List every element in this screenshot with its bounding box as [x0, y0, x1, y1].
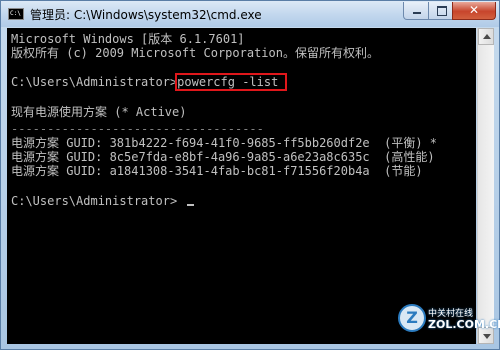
zol-logo: Z — [398, 304, 426, 332]
scroll-up-arrow-icon — [483, 34, 491, 39]
cmd-window: C:\ 管理员: C:\Windows\system32\cmd.exe ✕ M… — [0, 0, 500, 350]
zol-watermark: Z 中关村在线 ZOL.COM.CN — [398, 300, 500, 340]
console-output[interactable]: Microsoft Windows [版本 6.1.7601] 版权所有 (c)… — [7, 28, 476, 344]
maximize-button[interactable] — [428, 2, 453, 20]
console-line: 电源方案 GUID: 8c5e7fda-e8bf-4a96-9a85-a6e23… — [11, 150, 435, 164]
console-line: 电源方案 GUID: 381b4222-f694-41f0-9685-ff5bb… — [11, 136, 438, 150]
console-separator: ----------------------------------- — [11, 122, 264, 136]
console-line: 版权所有 (c) 2009 Microsoft Corporation。保留所有… — [11, 46, 379, 60]
console-line: 电源方案 GUID: a1841308-3541-4fab-bc81-f7155… — [11, 164, 423, 178]
window-title: 管理员: C:\Windows\system32\cmd.exe — [30, 8, 262, 22]
scroll-up-button[interactable] — [478, 28, 494, 45]
cmd-app-icon[interactable]: C:\ — [8, 8, 24, 20]
vertical-scrollbar[interactable] — [477, 28, 494, 344]
text-cursor — [187, 204, 194, 206]
console-line: Microsoft Windows [版本 6.1.7601] — [11, 32, 245, 46]
console-line: 现有电源使用方案 (* Active) — [11, 105, 187, 119]
minimize-button[interactable] — [403, 2, 429, 20]
close-button[interactable]: ✕ — [452, 2, 496, 20]
close-icon: ✕ — [468, 3, 480, 17]
title-bar[interactable]: C:\ 管理员: C:\Windows\system32\cmd.exe ✕ — [1, 1, 499, 27]
command-highlight-box — [175, 73, 287, 91]
minimize-icon — [413, 12, 421, 14]
console-prompt: C:\Users\Administrator> — [11, 194, 178, 208]
watermark-site: ZOL.COM.CN — [428, 318, 500, 331]
maximize-icon — [437, 6, 447, 16]
